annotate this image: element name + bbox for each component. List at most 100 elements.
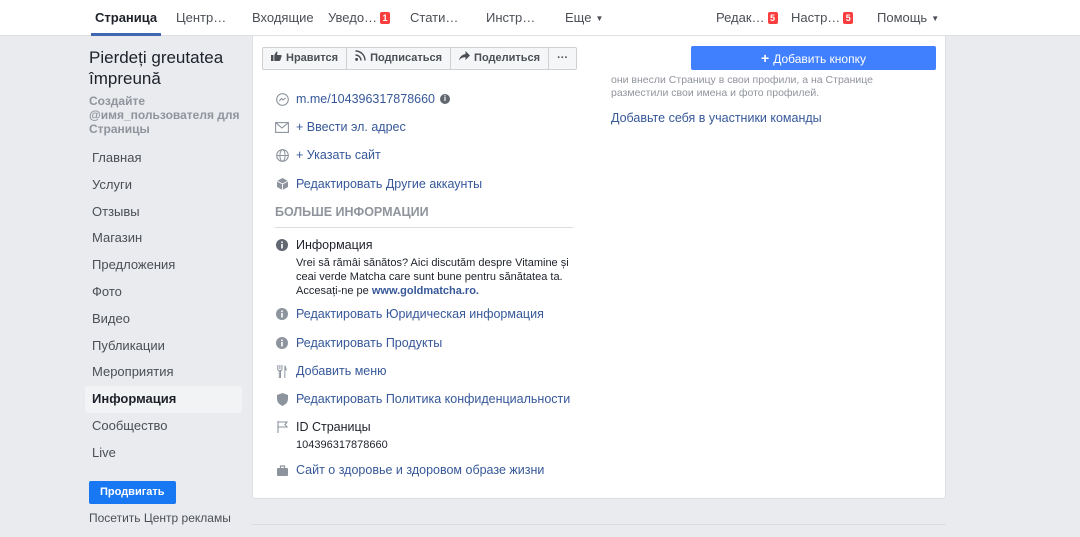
promote-button[interactable]: Продвигать [89,481,176,504]
plus-icon: + [761,50,770,66]
sidebar-item-about[interactable]: Информация [85,386,242,413]
rss-icon [355,48,366,69]
messenger-link[interactable]: m.me/104396317878660 [296,92,435,106]
tab-center[interactable]: Центр… [176,0,226,36]
settings-badge: 5 [843,12,854,24]
tab-page-label: Страница [95,10,158,25]
website-link[interactable]: www.goldmatcha.ro. [372,285,479,297]
tab-settings-label: Настр… [791,10,841,25]
fork-knife-icon [275,364,289,378]
like-label: Нравится [286,52,339,64]
tab-settings[interactable]: Настр… 5 [791,0,854,36]
sidebar-item-shop[interactable]: Магазин [85,225,242,252]
briefcase-icon [275,463,289,477]
website-row: + Указать сайт [275,148,381,162]
flag-icon [275,420,289,434]
add-email-link[interactable]: + Ввести эл. адрес [296,120,406,134]
create-username-link[interactable]: Создайте @имя_пользователя для Страницы [89,94,249,136]
sidebar-item-home[interactable]: Главная [85,145,242,172]
team-description: они внесли Страницу в свои профили, а на… [611,74,874,99]
tab-notifications-label: Уведо… [328,10,378,25]
tab-center-label: Центр… [176,10,227,25]
caret-down-icon: ▼ [595,14,604,23]
messenger-row: m.me/104396317878660 i [275,92,451,106]
cube-icon [275,177,289,191]
envelope-icon [275,120,289,134]
edit-privacy-policy-link[interactable]: Редактировать Политика конфиденциальност… [296,392,570,406]
left-navigation: Главная Услуги Отзывы Магазин Предложени… [85,145,242,467]
page-top-nav: Страница Центр… Входящие Уведо… 1 Стати… … [0,0,1080,36]
add-self-team-link[interactable]: Добавьте себя в участники команды [611,111,822,125]
notifications-badge: 1 [380,12,391,24]
subscribe-label: Подписаться [370,52,443,64]
products-row: Редактировать Продукты [275,336,442,350]
more-dots-icon: ··· [557,52,569,64]
menu-row: Добавить меню [275,364,387,378]
add-button[interactable]: + Добавить кнопку [691,46,936,70]
edit-legal-link[interactable]: Редактировать Юридическая информация [296,307,544,321]
tab-stats[interactable]: Стати… [410,0,458,36]
legal-row: Редактировать Юридическая информация [275,307,544,321]
about-description: Vrei să rămâi sănătos? Aici discutăm des… [296,256,576,298]
messenger-icon [275,92,289,106]
add-menu-link[interactable]: Добавить меню [296,364,387,378]
footer-divider [252,524,946,525]
more-info-heading: БОЛЬШЕ ИНФОРМАЦИИ [275,205,429,219]
globe-icon [275,148,289,162]
like-button[interactable]: Нравится [263,48,348,69]
sidebar-item-photos[interactable]: Фото [85,279,242,306]
page-action-bar: Нравится Подписаться Поделиться ··· [262,47,578,70]
add-button-label: Добавить кнопку [773,52,866,66]
info-icon[interactable]: i [440,94,451,104]
subscribe-button[interactable]: Подписаться [347,48,452,69]
more-actions-button[interactable]: ··· [549,48,576,69]
tab-tools-label: Инстр… [486,10,536,25]
sidebar-item-reviews[interactable]: Отзывы [85,199,242,226]
about-title: Информация [296,238,373,252]
tab-stats-label: Стати… [410,10,459,25]
tab-notifications[interactable]: Уведо… 1 [328,0,391,36]
page-id-row: ID Страницы [275,420,371,434]
sidebar-item-live[interactable]: Live [85,440,242,467]
tab-more-label: Еще [565,10,592,25]
category-row: Сайт о здоровье и здоровом образе жизни [275,463,544,477]
sidebar-item-community[interactable]: Сообщество [85,413,242,440]
edit-badge: 5 [767,12,778,24]
tab-edit-label: Редак… [716,10,765,25]
share-button[interactable]: Поделиться [451,48,550,69]
sidebar-item-offers[interactable]: Предложения [85,252,242,279]
other-accounts-row: Редактировать Другие аккаунты [275,177,482,191]
tab-inbox-label: Входящие [252,10,314,25]
email-row: + Ввести эл. адрес [275,120,406,134]
privacy-row: Редактировать Политика конфиденциальност… [275,392,570,406]
sidebar-item-services[interactable]: Услуги [85,172,242,199]
edit-products-link[interactable]: Редактировать Продукты [296,336,442,350]
share-arrow-icon [459,48,471,69]
caret-down-icon: ▼ [931,14,940,23]
info-circle-icon [275,336,289,350]
tab-inbox[interactable]: Входящие [252,0,314,36]
section-divider [275,227,573,228]
shield-icon [275,392,289,406]
page-id-label: ID Страницы [296,420,371,434]
tab-page[interactable]: Страница [90,0,162,36]
sidebar-item-events[interactable]: Мероприятия [85,359,242,386]
edit-other-accounts-link[interactable]: Редактировать Другие аккаунты [296,177,482,191]
tab-help[interactable]: Помощь ▼ [877,0,939,36]
tab-tools[interactable]: Инстр… [486,0,535,36]
info-circle-icon [275,238,289,252]
page-id-value: 104396317878660 [296,439,388,451]
sidebar-item-posts[interactable]: Публикации [85,333,242,360]
sidebar-item-videos[interactable]: Видео [85,306,242,333]
page-title[interactable]: Pierdeți greutatea împreună [89,47,249,89]
about-row: Информация [275,238,373,252]
tab-help-label: Помощь [877,10,928,25]
category-link[interactable]: Сайт о здоровье и здоровом образе жизни [296,463,544,477]
thumbs-up-icon [271,48,282,69]
tab-more[interactable]: Еще ▼ [565,0,603,36]
tab-edit[interactable]: Редак… 5 [716,0,778,36]
share-label: Поделиться [474,52,541,64]
info-circle-icon [275,307,289,321]
add-website-link[interactable]: + Указать сайт [296,148,381,162]
ads-center-link[interactable]: Посетить Центр рекламы [89,511,231,525]
